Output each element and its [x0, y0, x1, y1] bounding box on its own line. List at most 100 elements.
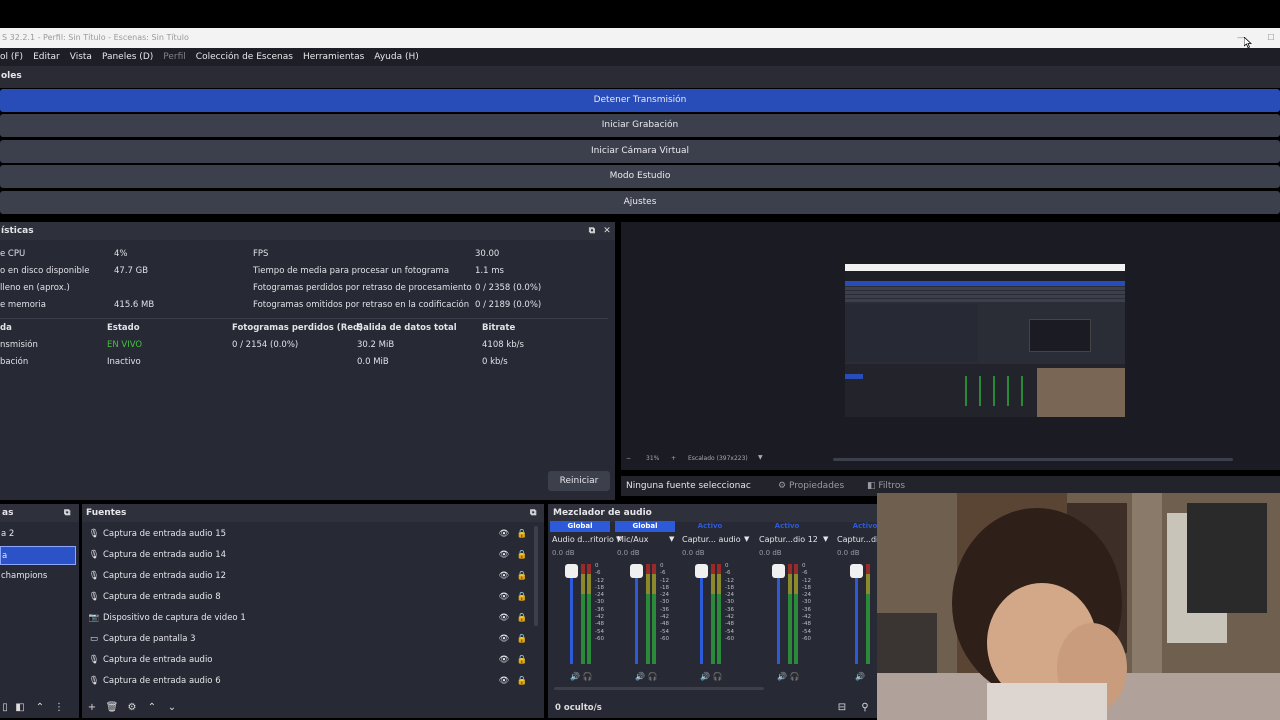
- source-item[interactable]: 📷 Dispositivo de captura de video 1 👁 🔒: [84, 608, 534, 628]
- sources-title: Fuentes: [86, 508, 127, 518]
- volume-fader[interactable]: [777, 564, 780, 664]
- eye-icon[interactable]: 👁: [498, 608, 510, 628]
- gear-icon[interactable]: ⚙: [122, 698, 142, 718]
- source-item[interactable]: 🎙 Captura de entrada audio 12 👁 🔒: [84, 566, 534, 586]
- no-source-label: Ninguna fuente seleccionac: [626, 481, 751, 491]
- monitor-headphones-icon[interactable]: 🎧: [583, 672, 593, 681]
- monitor-headphones-icon[interactable]: 🎧: [713, 672, 723, 681]
- layout-icon[interactable]: ⊟: [832, 698, 852, 718]
- output-stream-status: EN VIVO: [107, 340, 143, 350]
- filter-icon[interactable]: ◧: [10, 698, 30, 718]
- move-up-icon[interactable]: ⌃: [30, 698, 50, 718]
- eye-icon[interactable]: 👁: [498, 671, 510, 691]
- source-item[interactable]: 🎙 Captura de entrada audio 👁 🔒: [84, 650, 534, 670]
- source-item[interactable]: 🎙 Captura de entrada audio 14 👁 🔒: [84, 545, 534, 565]
- chevron-down-icon[interactable]: ▼: [758, 454, 763, 461]
- eye-icon[interactable]: 👁: [498, 545, 510, 565]
- source-item[interactable]: ▭ Captura de pantalla 3 👁 🔒: [84, 629, 534, 649]
- menu-profile[interactable]: Perfil: [158, 52, 191, 62]
- chevron-down-icon[interactable]: ▼: [744, 535, 749, 543]
- lock-icon[interactable]: 🔒: [516, 566, 528, 586]
- volume-fader[interactable]: [635, 564, 638, 664]
- channel-volume-db: 0.0 dB: [682, 549, 705, 557]
- volume-fader-handle[interactable]: [630, 564, 643, 578]
- menu-scene-collection[interactable]: Colección de Escenas: [191, 52, 298, 62]
- menu-file[interactable]: ol (F): [0, 52, 28, 62]
- menu-edit[interactable]: Editar: [28, 52, 65, 62]
- chevron-down-icon[interactable]: ▼: [823, 535, 828, 543]
- zoom-out-icon[interactable]: −: [626, 455, 631, 462]
- studio-mode-button[interactable]: Modo Estudio: [0, 165, 1280, 188]
- filter-icon: ◧: [867, 481, 879, 491]
- stop-streaming-button[interactable]: Detener Transmisión: [0, 89, 1280, 112]
- volume-fader[interactable]: [570, 564, 573, 664]
- microphone-icon: 🎙: [88, 571, 100, 581]
- sources-scrollbar[interactable]: [534, 526, 538, 626]
- start-virtual-camera-button[interactable]: Iniciar Cámara Virtual: [0, 140, 1280, 163]
- add-icon[interactable]: +: [82, 698, 102, 718]
- source-item[interactable]: 🎙 Captura de entrada audio 15 👁 🔒: [84, 524, 534, 544]
- volume-fader-handle[interactable]: [565, 564, 578, 578]
- maximize-button[interactable]: ☐: [1256, 28, 1280, 48]
- move-down-icon[interactable]: ⌄: [162, 698, 182, 718]
- menu-docks[interactable]: Paneles (D): [97, 52, 158, 62]
- scene-item[interactable]: champions: [0, 567, 76, 586]
- zoom-in-icon[interactable]: +: [671, 455, 676, 462]
- eye-icon[interactable]: 👁: [498, 629, 510, 649]
- speaker-icon[interactable]: 🔊: [635, 672, 645, 681]
- eye-icon[interactable]: 👁: [498, 650, 510, 670]
- properties-button[interactable]: ⚙ Propiedades: [778, 476, 844, 496]
- channel-name: Captur...di: [837, 535, 877, 544]
- source-item[interactable]: 🎙 Captura de entrada audio 6 👁 🔒: [84, 671, 534, 691]
- preview-scrollbar[interactable]: [833, 458, 1233, 461]
- speaker-icon[interactable]: 🔊: [855, 672, 865, 681]
- meter-scale: 0 -6 -12 -18 -24 -30 -36 -42 -48 -54 -60: [725, 563, 734, 642]
- level-meter: [788, 564, 792, 664]
- source-item[interactable]: 🎙 Captura de entrada audio 8 👁 🔒: [84, 587, 534, 607]
- menu-help[interactable]: Ayuda (H): [369, 52, 423, 62]
- more-icon[interactable]: ⋮: [50, 698, 68, 718]
- settings-button[interactable]: Ajustes: [0, 191, 1280, 214]
- volume-fader[interactable]: [855, 564, 858, 664]
- lock-icon[interactable]: 🔒: [516, 629, 528, 649]
- preview-canvas: [845, 264, 1125, 417]
- lock-icon[interactable]: 🔒: [516, 524, 528, 544]
- speaker-icon[interactable]: 🔊: [777, 672, 787, 681]
- scene-item[interactable]: a 2: [0, 525, 76, 544]
- monitor-headphones-icon[interactable]: 🎧: [648, 672, 658, 681]
- volume-fader[interactable]: [700, 564, 703, 664]
- start-recording-button[interactable]: Iniciar Grabación: [0, 114, 1280, 137]
- volume-fader-handle[interactable]: [850, 564, 863, 578]
- lock-icon[interactable]: 🔒: [516, 545, 528, 565]
- eye-icon[interactable]: 👁: [498, 566, 510, 586]
- undock-icon[interactable]: ⧉: [585, 222, 599, 240]
- close-icon[interactable]: ✕: [600, 222, 614, 240]
- stat-label-skipped-frames: Fotogramas omitidos por retraso en la co…: [253, 300, 470, 310]
- volume-fader-handle[interactable]: [772, 564, 785, 578]
- lock-icon[interactable]: 🔒: [516, 650, 528, 670]
- lock-icon[interactable]: 🔒: [516, 671, 528, 691]
- reset-stats-button[interactable]: Reiniciar: [548, 471, 610, 491]
- volume-fader-handle[interactable]: [695, 564, 708, 578]
- menu-view[interactable]: Vista: [65, 52, 97, 62]
- remove-scene-icon[interactable]: ▯: [0, 698, 10, 718]
- eye-icon[interactable]: 👁: [498, 587, 510, 607]
- trash-icon[interactable]: 🗑: [102, 698, 122, 718]
- eye-icon[interactable]: 👁: [498, 524, 510, 544]
- undock-icon[interactable]: ⧉: [64, 504, 70, 522]
- channel-controls: 🔊 🎧: [635, 672, 657, 681]
- channel-controls: 🔊 🎧: [570, 672, 592, 681]
- lock-icon[interactable]: 🔒: [516, 587, 528, 607]
- speaker-icon[interactable]: 🔊: [570, 672, 580, 681]
- monitor-headphones-icon[interactable]: 🎧: [790, 672, 800, 681]
- undock-icon[interactable]: ⧉: [530, 504, 536, 522]
- chevron-down-icon[interactable]: ▼: [669, 535, 674, 543]
- move-up-icon[interactable]: ⌃: [142, 698, 162, 718]
- preview-area[interactable]: [621, 222, 1280, 470]
- speaker-icon[interactable]: 🔊: [700, 672, 710, 681]
- link-icon[interactable]: ⚲: [855, 698, 875, 718]
- scene-item-selected[interactable]: a: [0, 546, 76, 565]
- lock-icon[interactable]: 🔒: [516, 608, 528, 628]
- menu-tools[interactable]: Herramientas: [298, 52, 369, 62]
- output-record-name: bación: [0, 357, 29, 367]
